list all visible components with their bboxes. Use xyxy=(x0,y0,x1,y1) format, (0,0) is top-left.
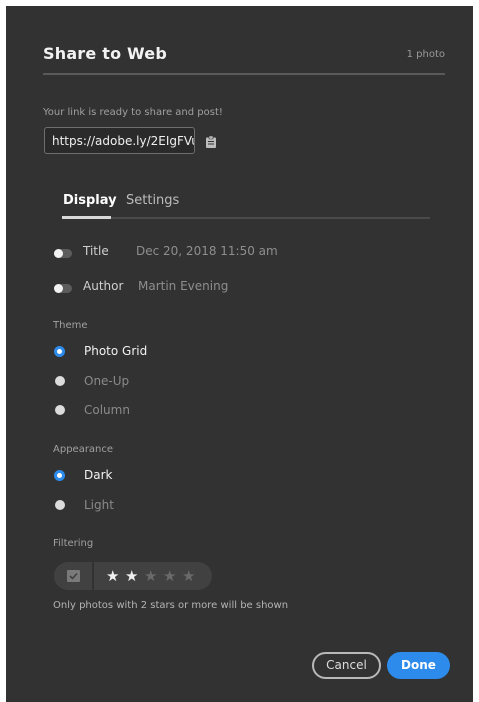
title-toggle[interactable] xyxy=(54,249,72,258)
clipboard-icon[interactable] xyxy=(206,136,216,148)
filter-note: Only photos with 2 stars or more will be… xyxy=(53,600,289,611)
appearance-dark-label[interactable]: Dark xyxy=(84,468,112,482)
photo-count: 1 photo xyxy=(406,49,445,60)
share-to-web-dialog: Share to Web 1 photo Your link is ready … xyxy=(6,6,473,702)
link-ready-text: Your link is ready to share and post! xyxy=(43,107,223,118)
star-3-icon[interactable]: ★ xyxy=(144,567,157,585)
author-label: Author xyxy=(83,279,124,293)
theme-heading: Theme xyxy=(53,320,88,331)
cancel-button[interactable]: Cancel xyxy=(312,652,381,679)
share-link-field[interactable]: https://adobe.ly/2EIgFVu xyxy=(44,127,195,154)
filtering-heading: Filtering xyxy=(53,538,94,549)
theme-one-up-label[interactable]: One-Up xyxy=(84,374,129,388)
theme-photo-grid-radio[interactable] xyxy=(54,346,65,357)
flag-icon xyxy=(67,570,80,582)
star-2-icon[interactable]: ★ xyxy=(125,567,138,585)
star-5-icon[interactable]: ★ xyxy=(182,567,195,585)
title-label: Title xyxy=(83,244,109,258)
title-value: Dec 20, 2018 11:50 am xyxy=(136,244,278,258)
tab-divider xyxy=(62,217,430,219)
tab-display[interactable]: Display xyxy=(63,193,117,208)
toggle-knob xyxy=(54,284,63,293)
theme-photo-grid-label[interactable]: Photo Grid xyxy=(84,344,147,358)
done-button[interactable]: Done xyxy=(387,652,450,679)
author-value: Martin Evening xyxy=(138,279,229,293)
flag-filter-button[interactable] xyxy=(54,562,92,590)
star-4-icon[interactable]: ★ xyxy=(163,567,176,585)
star-rating-filter[interactable]: ★ ★ ★ ★ ★ xyxy=(94,562,212,590)
theme-one-up-radio[interactable] xyxy=(55,376,65,386)
appearance-light-label[interactable]: Light xyxy=(84,498,114,512)
dialog-title: Share to Web xyxy=(43,44,168,63)
toggle-knob xyxy=(54,249,63,258)
tab-settings[interactable]: Settings xyxy=(126,193,179,208)
author-toggle[interactable] xyxy=(54,284,72,293)
appearance-heading: Appearance xyxy=(53,444,114,455)
header-divider xyxy=(43,73,445,75)
appearance-dark-radio[interactable] xyxy=(54,470,65,481)
tab-active-indicator xyxy=(62,216,111,219)
appearance-light-radio[interactable] xyxy=(55,500,65,510)
star-1-icon[interactable]: ★ xyxy=(106,567,119,585)
theme-column-radio[interactable] xyxy=(55,405,65,415)
theme-column-label[interactable]: Column xyxy=(84,403,130,417)
